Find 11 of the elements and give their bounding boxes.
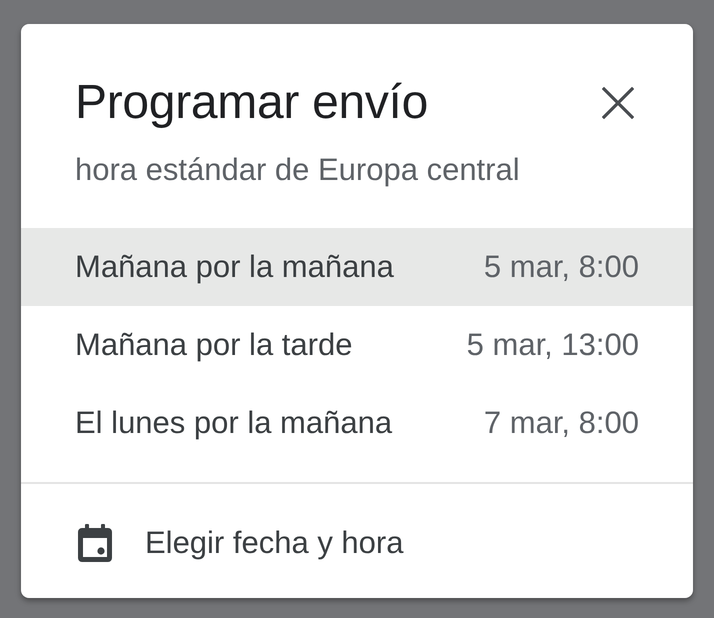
schedule-option[interactable]: Mañana por la tarde 5 mar, 13:00 [21, 306, 693, 384]
schedule-option[interactable]: Mañana por la mañana 5 mar, 8:00 [21, 228, 693, 306]
option-time: 5 mar, 8:00 [484, 249, 639, 285]
option-time: 7 mar, 8:00 [484, 405, 639, 441]
option-time: 5 mar, 13:00 [466, 327, 639, 363]
pick-date-button[interactable]: Elegir fecha y hora [21, 504, 693, 582]
schedule-option[interactable]: El lunes por la mañana 7 mar, 8:00 [21, 384, 693, 462]
close-icon [602, 87, 634, 119]
calendar-icon [78, 524, 112, 562]
dialog-title: Programar envío [75, 75, 428, 131]
timezone-label: hora estándar de Europa central [75, 151, 521, 189]
